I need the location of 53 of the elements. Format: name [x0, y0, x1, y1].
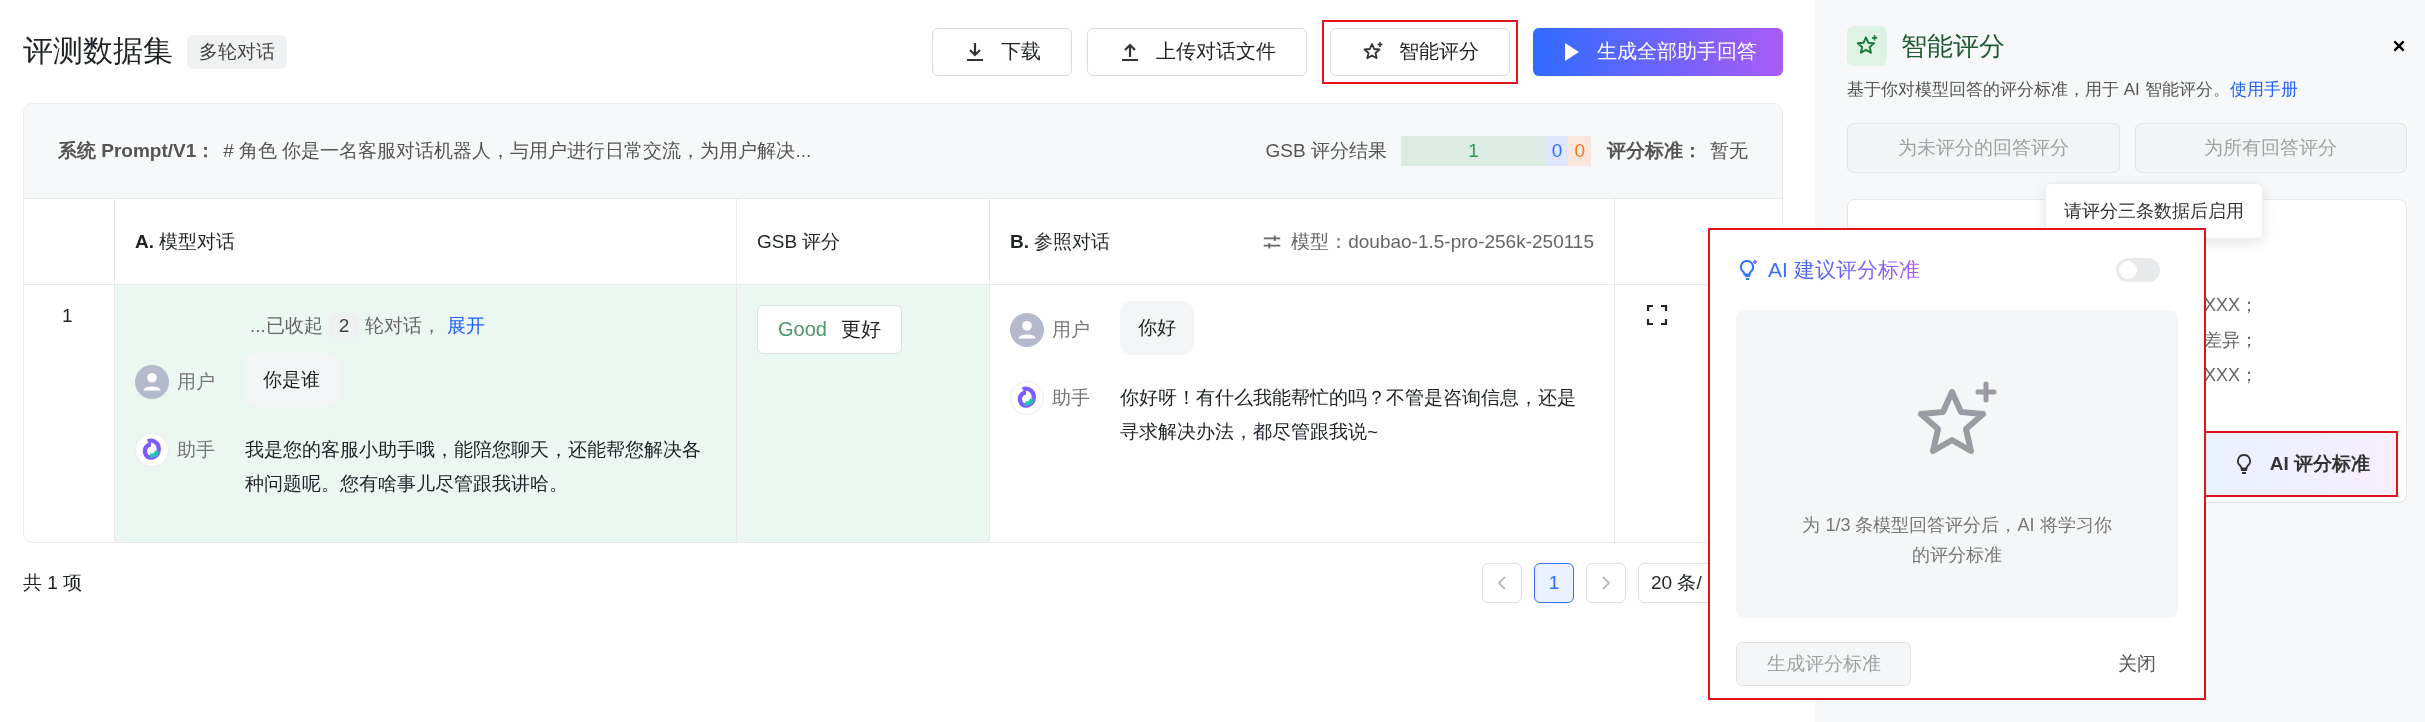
expand-link[interactable]: 展开 [447, 313, 486, 339]
criteria-text: XXX； [2204, 364, 2260, 387]
rating-tag: Good [778, 318, 827, 341]
model-label: 模型：doubao-1.5-pro-256k-250115 [1291, 229, 1594, 254]
close-icon[interactable] [2391, 38, 2407, 54]
toolbar-button[interactable]: 下载 [932, 27, 1072, 76]
gsb-segment: 1 [1401, 136, 1546, 166]
rating-label: 更好 [840, 317, 881, 342]
gsb-segment: 0 [1568, 136, 1591, 166]
message-text: 你是谁 [245, 353, 338, 407]
speaker-label: 助手 [1052, 386, 1091, 410]
total-count: 共 1 项 [23, 571, 83, 595]
page-button[interactable]: 1 [1534, 563, 1574, 603]
speaker-label: 用户 [177, 370, 216, 394]
close-button[interactable]: 关闭 [2112, 650, 2162, 678]
user-avatar-icon [135, 365, 169, 399]
column-header: A. 模型对话 [135, 229, 236, 254]
message-text: 你好呀！有什么我能帮忙的吗？不管是咨询信息，还是寻求解决办法，都尽管跟我说~ [1120, 386, 1577, 444]
row-index: 1 [62, 305, 73, 326]
criteria-text: XXX； [2204, 294, 2260, 317]
collapsed-note: ...已收起 [250, 314, 323, 338]
gsb-select[interactable]: Good 更好 [757, 305, 902, 354]
user-avatar-icon [1010, 313, 1044, 347]
prompt-text: # 角色 你是一名客服对话机器人，与用户进行日常交流，为用户解决... [223, 139, 813, 163]
prompt-label: 系统 Prompt/V1： [58, 139, 216, 163]
assistant-logo-icon [135, 433, 169, 467]
toolbar-button[interactable]: 上传对话文件 [1087, 27, 1307, 76]
panel-description: 基于你对模型回答的评分标准，用于 AI 智能评分。使用手册 [1847, 79, 2299, 101]
fullscreen-icon[interactable] [1645, 303, 1669, 327]
dataset-tag: 多轮对话 [187, 34, 287, 69]
manual-link[interactable]: 使用手册 [2229, 80, 2298, 99]
speaker-label: 用户 [1052, 318, 1091, 342]
page-title: 评测数据集 [23, 33, 173, 69]
speaker-label: 助手 [177, 438, 216, 462]
assistant-logo-icon [1010, 381, 1044, 415]
toolbar-button[interactable]: 生成全部助手回答 [1533, 27, 1783, 76]
chevron-left-icon [1498, 576, 1506, 590]
empty-hint: 为 1/3 条模型回答评分后，AI 将学习你的评分标准 [1801, 514, 2113, 567]
collapsed-note: 轮对话， [365, 314, 442, 338]
message-text: 我是您的客服小助手哦，能陪您聊天，还能帮您解决各种问题呢。您有啥事儿尽管跟我讲哈。 [245, 438, 702, 496]
toolbar-button[interactable]: 智能评分 [1330, 27, 1510, 76]
message-text: 你好 [1120, 301, 1194, 355]
standard-value: 暂无 [1710, 139, 1748, 163]
gsb-segment: 0 [1545, 136, 1569, 166]
panel-title: 智能评分 [1901, 29, 2005, 63]
round-count: 2 [328, 313, 360, 339]
standard-label: 评分标准： [1607, 139, 1702, 163]
column-header: B. 参照对话 [1010, 229, 1111, 254]
ai-standard-button[interactable]: AI 评分标准 [2206, 433, 2396, 495]
chevron-right-icon [1602, 576, 1610, 590]
gsb-result-label: GSB 评分结果 [1265, 139, 1387, 163]
criteria-text: 差异； [2204, 329, 2259, 352]
column-header: GSB 评分 [757, 229, 841, 254]
